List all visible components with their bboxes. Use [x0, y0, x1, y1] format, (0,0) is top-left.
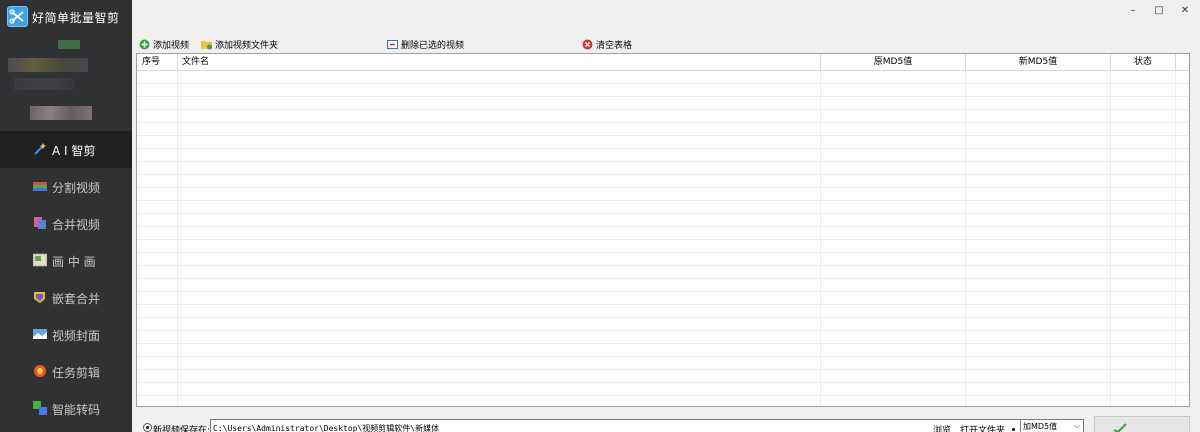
add-video-button[interactable]: 添加视频 [139, 37, 189, 51]
blurred-account-info [14, 78, 74, 90]
mode-select[interactable]: 加MD5值 ⌵ [1020, 419, 1084, 432]
column-header-original-md5[interactable]: 原MD5值 [821, 54, 966, 71]
blurred-account-info [58, 40, 80, 49]
sidebar-item-label: 合并视频 [52, 218, 101, 232]
column-header-index[interactable]: 序号 [137, 54, 178, 71]
delete-selected-label: 删除已选的视频 [401, 40, 465, 51]
open-folder-button[interactable]: 打开文件夹 [960, 423, 1005, 432]
minimize-button[interactable]: – [1126, 5, 1140, 17]
column-divider [820, 71, 821, 406]
sidebar-item-label: A I 智剪 [52, 144, 96, 158]
sidebar-item-label: 智能转码 [52, 403, 101, 417]
folder-add-icon [201, 39, 212, 50]
app-title: 好简单批量智剪 [32, 11, 120, 25]
blurred-account-info [8, 58, 88, 72]
wand-icon [33, 142, 47, 156]
sidebar-item-task-clip[interactable]: 任务剪辑 [0, 353, 132, 390]
task-clip-icon [33, 364, 47, 378]
add-icon [139, 39, 150, 50]
sidebar-item-label: 画 中 画 [52, 255, 96, 269]
sidebar-item-transcode[interactable]: 智能转码 [0, 390, 132, 427]
check-icon [1113, 423, 1127, 432]
column-header-status[interactable]: 状态 [1111, 54, 1176, 71]
blurred-account-info [30, 106, 92, 120]
close-button[interactable]: ✕ [1178, 5, 1192, 17]
sidebar-item-ai-clip[interactable]: A I 智剪 [0, 131, 132, 168]
browse-button[interactable]: 浏览 [933, 423, 951, 432]
table-header: 序号 文件名 原MD5值 新MD5值 状态 [137, 54, 1189, 71]
chevron-down-icon: ⌵ [1073, 421, 1080, 430]
bullet-dot [1012, 428, 1015, 431]
sidebar-item-picture-in-picture[interactable]: 画 中 画 [0, 242, 132, 279]
sidebar-item-label: 嵌套合并 [52, 292, 101, 306]
column-divider [965, 71, 966, 406]
mode-select-value: 加MD5值 [1023, 422, 1058, 431]
sidebar-item-label: 视频封面 [52, 329, 101, 343]
column-header-filename[interactable]: 文件名 [178, 54, 821, 71]
sidebar-item-video-cover[interactable]: 视频封面 [0, 316, 132, 353]
sidebar-item-nested-merge[interactable]: 嵌套合并 [0, 279, 132, 316]
delete-video-icon [387, 39, 398, 50]
clear-icon [582, 39, 593, 50]
sidebar-item-label: 分割视频 [52, 181, 101, 195]
maximize-button[interactable]: □ [1152, 5, 1166, 17]
sidebar: 好简单批量智剪 A I 智剪 分割视频 合并视频 画 中 画 嵌套合并 视频封面… [0, 0, 132, 432]
column-divider [1110, 71, 1111, 406]
clear-table-label: 清空表格 [596, 40, 633, 51]
delete-selected-button[interactable]: 删除已选的视频 [387, 37, 464, 51]
add-folder-label: 添加视频文件夹 [215, 40, 279, 51]
start-button[interactable] [1094, 416, 1190, 432]
table-body[interactable] [137, 71, 1189, 406]
sidebar-item-label: 任务剪辑 [52, 366, 101, 380]
video-cover-icon [33, 327, 47, 341]
split-video-icon [33, 179, 47, 193]
output-settings-bar: 新视频保存在: C:\Users\Administrator\Desktop\视… [136, 416, 1200, 432]
column-divider [177, 71, 178, 406]
app-title-bar: 好简单批量智剪 [0, 0, 132, 34]
sidebar-item-split-video[interactable]: 分割视频 [0, 168, 132, 205]
add-video-label: 添加视频 [153, 40, 190, 51]
merge-video-icon [33, 216, 47, 230]
transcode-icon [33, 401, 47, 415]
column-divider [1175, 71, 1176, 406]
add-folder-button[interactable]: 添加视频文件夹 [201, 37, 278, 51]
save-location-label: 新视频保存在: [153, 426, 211, 432]
nested-merge-icon [33, 290, 47, 304]
video-table[interactable]: 序号 文件名 原MD5值 新MD5值 状态 [136, 53, 1190, 407]
save-location-radio[interactable] [143, 423, 152, 432]
clear-table-button[interactable]: 清空表格 [582, 37, 632, 51]
picture-in-picture-icon [32, 253, 48, 267]
column-header-new-md5[interactable]: 新MD5值 [966, 54, 1111, 71]
app-logo-icon [7, 6, 28, 27]
sidebar-item-merge-video[interactable]: 合并视频 [0, 205, 132, 242]
